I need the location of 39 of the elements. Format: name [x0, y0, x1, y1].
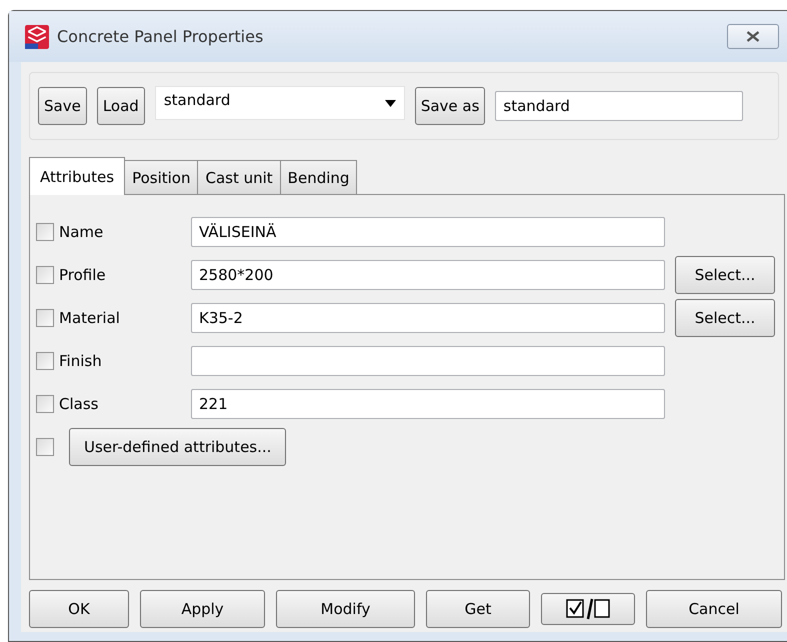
tab[interactable]: Attributes: [29, 157, 126, 195]
dialog-button[interactable]: Get: [426, 590, 530, 628]
attribute-field[interactable]: VÄLISEINÄ: [191, 217, 665, 247]
checkbox[interactable]: [36, 395, 54, 413]
tab[interactable]: Bending: [280, 160, 358, 194]
tab[interactable]: Cast unit: [197, 160, 281, 194]
select-button[interactable]: Select...: [675, 256, 775, 294]
close-icon: [746, 31, 760, 42]
field-label: Finish: [59, 352, 103, 370]
dialog-button[interactable]: Apply: [140, 590, 265, 628]
field-label: Class: [59, 395, 100, 413]
checkbox[interactable]: [36, 266, 54, 284]
checkbox[interactable]: [36, 352, 54, 370]
attribute-field[interactable]: [191, 346, 665, 376]
close-button[interactable]: [727, 24, 779, 49]
dropdown-arrow-icon: [384, 100, 396, 106]
dialog-button[interactable]: Modify: [276, 590, 415, 628]
toggle-all-button[interactable]: [541, 593, 635, 625]
cancel-button[interactable]: Cancel: [646, 590, 782, 628]
attribute-field[interactable]: K35-2: [191, 303, 665, 333]
save-button[interactable]: Save: [38, 87, 87, 125]
field-label: Profile: [59, 266, 107, 284]
dialog-button[interactable]: OK: [29, 590, 129, 628]
save-as-button[interactable]: Save as: [414, 87, 486, 125]
checkbox[interactable]: [36, 309, 54, 327]
checkbox[interactable]: [36, 438, 54, 456]
field-label: Name: [59, 223, 104, 241]
load-button[interactable]: Load: [96, 87, 145, 125]
window-title: Concrete Panel Properties: [57, 27, 264, 46]
field-label: Material: [59, 309, 121, 327]
user-defined-attributes-button[interactable]: User-defined attributes...: [69, 428, 286, 466]
select-button[interactable]: Select...: [675, 299, 775, 337]
preset-dropdown[interactable]: standard: [154, 86, 405, 120]
save-as-field[interactable]: standard: [495, 91, 744, 121]
attribute-field[interactable]: 2580*200: [191, 260, 665, 290]
tab[interactable]: Position: [124, 160, 198, 194]
checkbox[interactable]: [36, 223, 54, 241]
attribute-field[interactable]: 221: [191, 389, 665, 419]
app-logo-icon: [25, 24, 49, 48]
